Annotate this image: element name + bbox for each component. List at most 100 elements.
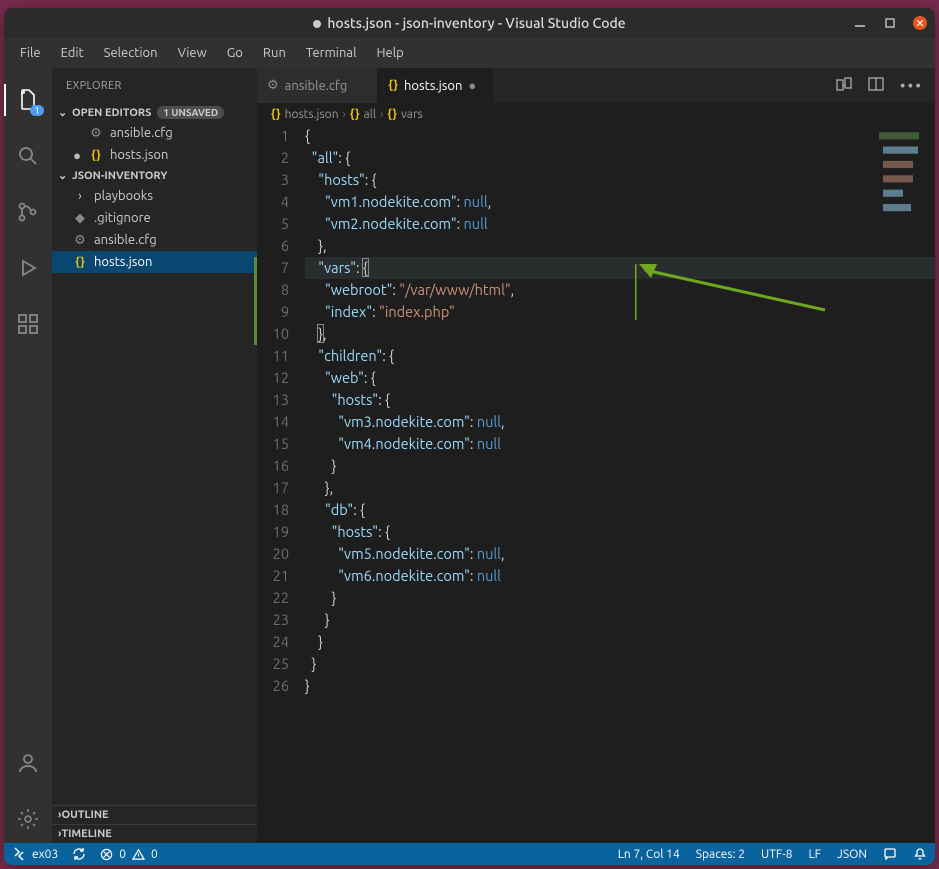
line-number[interactable]: 20 bbox=[257, 543, 289, 565]
breadcrumb-item[interactable]: vars bbox=[401, 108, 423, 121]
file-tree-item[interactable]: ›playbooks bbox=[52, 185, 257, 207]
file-tree-item[interactable]: ◆.gitignore bbox=[52, 207, 257, 229]
line-number[interactable]: 9 bbox=[254, 301, 289, 323]
line-number[interactable]: 1 bbox=[257, 125, 289, 147]
open-editors-header[interactable]: ⌄ OPEN EDITORS 1 UNSAVED bbox=[52, 103, 257, 122]
extensions-activity-icon[interactable] bbox=[4, 300, 52, 348]
line-number[interactable]: 15 bbox=[257, 433, 289, 455]
code-line[interactable]: "vm1.nodekite.com": null, bbox=[305, 191, 935, 213]
line-number[interactable]: 6 bbox=[257, 235, 289, 257]
code-line[interactable]: }, bbox=[305, 235, 935, 257]
titlebar[interactable]: hosts.json - json-inventory - Visual Stu… bbox=[4, 8, 935, 38]
line-number[interactable]: 21 bbox=[257, 565, 289, 587]
indentation-status[interactable]: Spaces: 2 bbox=[696, 847, 745, 861]
encoding-status[interactable]: UTF-8 bbox=[761, 847, 792, 861]
compare-icon[interactable] bbox=[836, 76, 852, 96]
code-line[interactable]: }, bbox=[305, 477, 935, 499]
code-line[interactable]: } bbox=[305, 609, 935, 631]
minimize-button[interactable] bbox=[853, 16, 867, 30]
line-number[interactable]: 7 bbox=[254, 257, 289, 279]
file-tree-item[interactable]: ⚙ansible.cfg bbox=[52, 229, 257, 251]
code-line[interactable]: }, bbox=[305, 323, 935, 345]
menu-file[interactable]: File bbox=[12, 43, 49, 63]
timeline-header[interactable]: › TIMELINE bbox=[52, 824, 257, 843]
menu-help[interactable]: Help bbox=[368, 43, 411, 63]
problems-status[interactable]: 0 0 bbox=[100, 848, 158, 861]
sync-status[interactable] bbox=[72, 847, 86, 861]
code-line[interactable]: "hosts": { bbox=[305, 521, 935, 543]
code-line[interactable]: } bbox=[305, 675, 935, 697]
code-line[interactable]: "vm3.nodekite.com": null, bbox=[305, 411, 935, 433]
source-control-activity-icon[interactable] bbox=[4, 188, 52, 236]
menu-terminal[interactable]: Terminal bbox=[298, 43, 365, 63]
code-line[interactable]: "vm4.nodekite.com": null bbox=[305, 433, 935, 455]
line-number[interactable]: 19 bbox=[257, 521, 289, 543]
code-line[interactable]: "all": { bbox=[305, 147, 935, 169]
code-line[interactable]: "web": { bbox=[305, 367, 935, 389]
line-number[interactable]: 12 bbox=[257, 367, 289, 389]
code-line[interactable]: } bbox=[305, 631, 935, 653]
code-line[interactable]: { bbox=[305, 125, 935, 147]
code-content[interactable]: { "all": { "hosts": { "vm1.nodekite.com"… bbox=[305, 125, 935, 843]
code-line[interactable]: "vm5.nodekite.com": null, bbox=[305, 543, 935, 565]
search-activity-icon[interactable] bbox=[4, 132, 52, 180]
line-number[interactable]: 17 bbox=[257, 477, 289, 499]
line-number[interactable]: 25 bbox=[257, 653, 289, 675]
code-line[interactable]: } bbox=[305, 587, 935, 609]
code-editor[interactable]: 1234567891011121314151617181920212223242… bbox=[257, 125, 935, 843]
line-number[interactable]: 23 bbox=[257, 609, 289, 631]
code-line[interactable]: } bbox=[305, 653, 935, 675]
menu-view[interactable]: View bbox=[170, 43, 215, 63]
line-number[interactable]: 10 bbox=[254, 323, 289, 345]
code-line[interactable]: "webroot": "/var/www/html", bbox=[305, 279, 935, 301]
line-number[interactable]: 13 bbox=[257, 389, 289, 411]
menu-go[interactable]: Go bbox=[219, 43, 251, 63]
feedback-icon[interactable] bbox=[883, 847, 897, 861]
open-editor-item[interactable]: ⚙ansible.cfg bbox=[52, 122, 257, 144]
code-line[interactable]: "hosts": { bbox=[305, 169, 935, 191]
line-number[interactable]: 5 bbox=[257, 213, 289, 235]
outline-header[interactable]: › OUTLINE bbox=[52, 805, 257, 824]
project-header[interactable]: ⌄ JSON-INVENTORY bbox=[52, 166, 257, 185]
menu-selection[interactable]: Selection bbox=[96, 43, 166, 63]
menu-run[interactable]: Run bbox=[255, 43, 294, 63]
minimap[interactable] bbox=[875, 125, 935, 843]
split-editor-icon[interactable] bbox=[868, 76, 884, 96]
line-number[interactable]: 16 bbox=[257, 455, 289, 477]
editor-tab[interactable]: ⚙ansible.cfg bbox=[257, 68, 378, 103]
language-status[interactable]: JSON bbox=[837, 847, 867, 861]
settings-activity-icon[interactable] bbox=[4, 795, 52, 843]
line-number[interactable]: 8 bbox=[254, 279, 289, 301]
maximize-button[interactable] bbox=[883, 16, 897, 30]
line-number[interactable]: 22 bbox=[257, 587, 289, 609]
line-number[interactable]: 2 bbox=[257, 147, 289, 169]
code-line[interactable]: "index": "index.php" bbox=[305, 301, 935, 323]
notifications-icon[interactable] bbox=[913, 847, 927, 861]
line-number[interactable]: 18 bbox=[257, 499, 289, 521]
run-debug-activity-icon[interactable] bbox=[4, 244, 52, 292]
breadcrumb-item[interactable]: all bbox=[364, 108, 376, 121]
remote-status[interactable]: ex03 bbox=[12, 847, 58, 861]
line-number[interactable]: 26 bbox=[257, 675, 289, 697]
line-number[interactable]: 3 bbox=[257, 169, 289, 191]
cursor-position[interactable]: Ln 7, Col 14 bbox=[618, 847, 680, 861]
close-button[interactable] bbox=[913, 16, 927, 30]
file-tree-item[interactable]: {}hosts.json bbox=[52, 251, 257, 273]
code-line[interactable]: } bbox=[305, 455, 935, 477]
code-line[interactable]: "children": { bbox=[305, 345, 935, 367]
accounts-activity-icon[interactable] bbox=[4, 739, 52, 787]
explorer-activity-icon[interactable]: 1 bbox=[4, 76, 52, 124]
code-line[interactable]: "db": { bbox=[305, 499, 935, 521]
code-line[interactable]: "vm2.nodekite.com": null bbox=[305, 213, 935, 235]
breadcrumb-item[interactable]: hosts.json bbox=[285, 108, 339, 121]
code-line[interactable]: "vm6.nodekite.com": null bbox=[305, 565, 935, 587]
modified-dot-icon[interactable]: ● bbox=[468, 78, 482, 93]
line-number[interactable]: 14 bbox=[257, 411, 289, 433]
line-number[interactable]: 24 bbox=[257, 631, 289, 653]
code-line[interactable]: "hosts": { bbox=[305, 389, 935, 411]
eol-status[interactable]: LF bbox=[809, 847, 821, 861]
more-actions-icon[interactable]: ••• bbox=[900, 77, 923, 95]
breadcrumb[interactable]: {} hosts.json›{} all›{} vars bbox=[257, 103, 935, 125]
line-number[interactable]: 4 bbox=[257, 191, 289, 213]
menu-edit[interactable]: Edit bbox=[53, 43, 92, 63]
